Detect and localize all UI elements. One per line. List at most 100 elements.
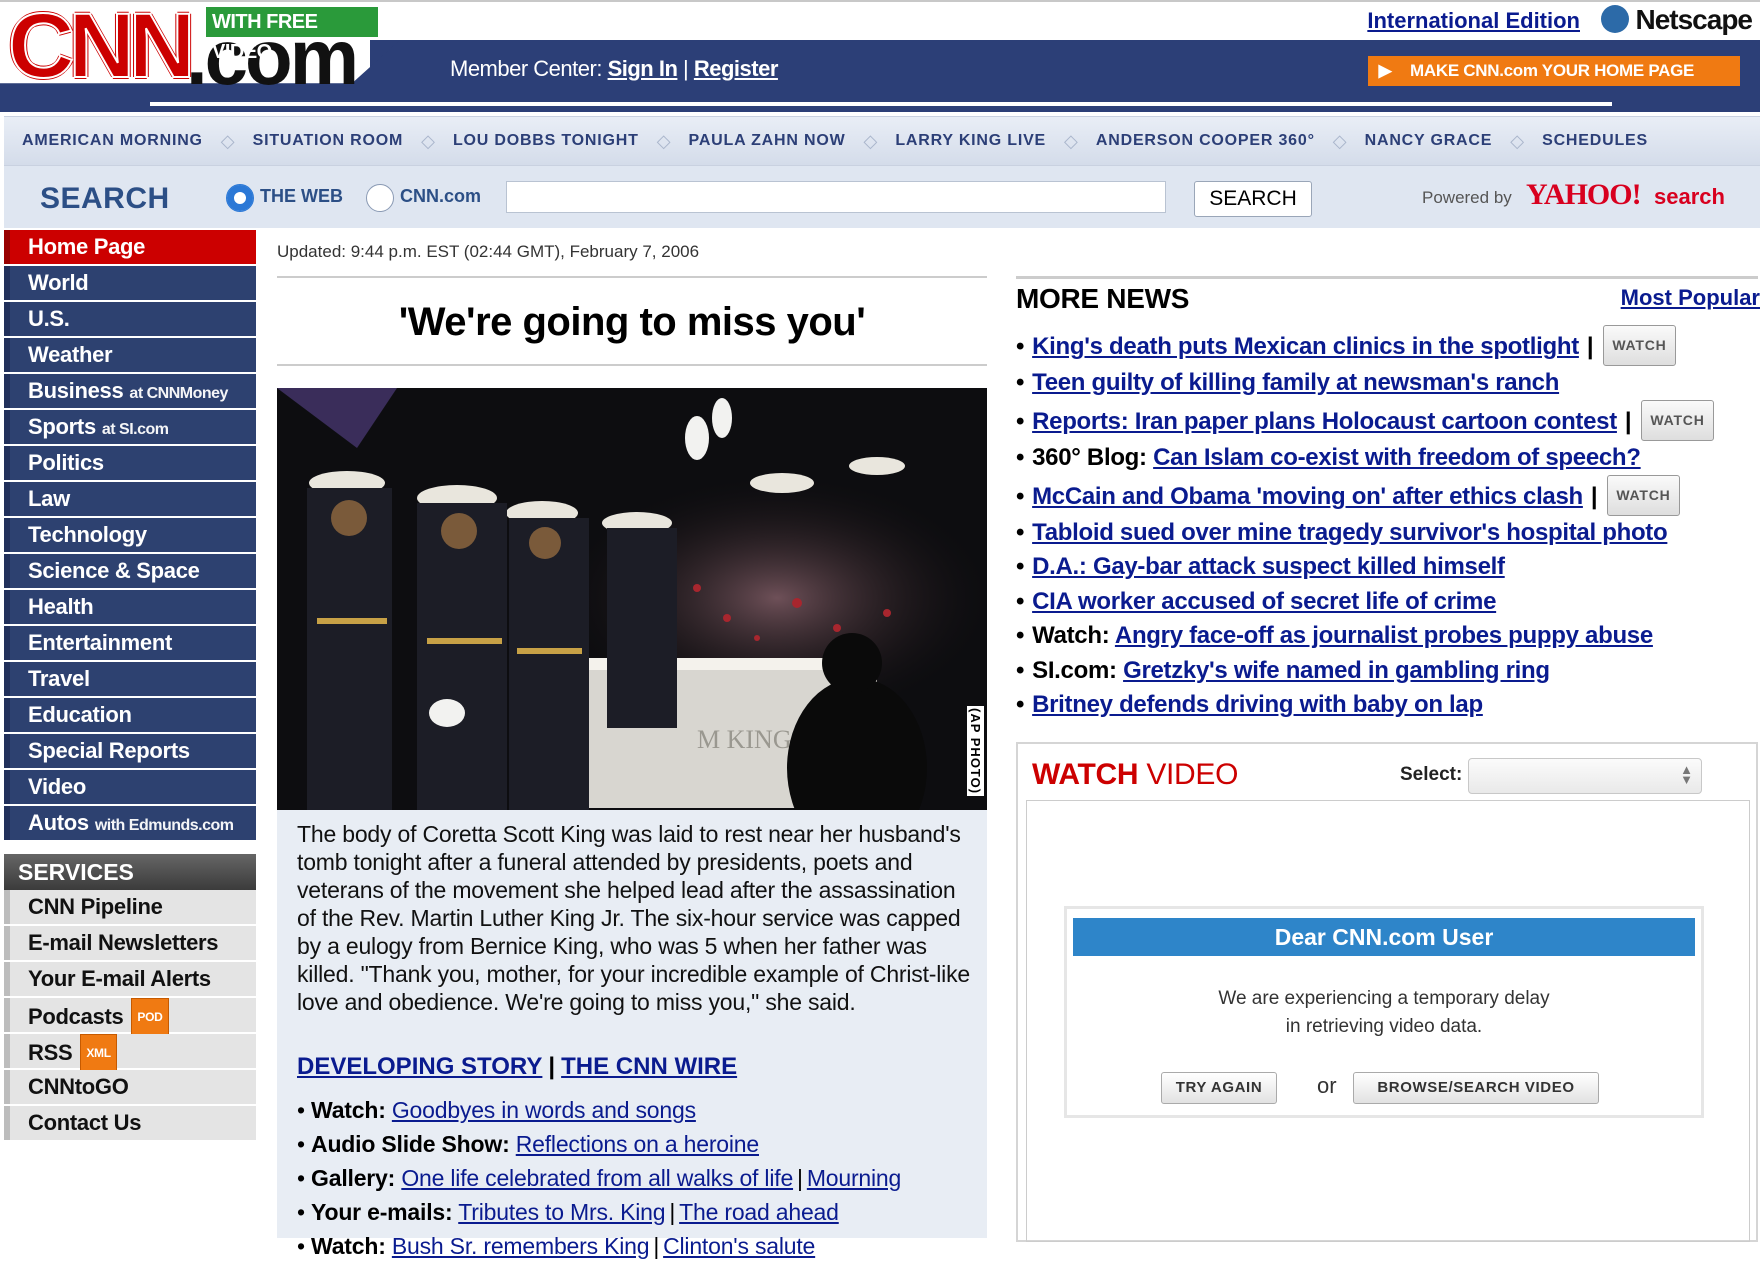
more-news-link[interactable]: Gretzky's wife named in gambling ring (1123, 657, 1550, 684)
nav-item-lou-dobbs[interactable]: LOU DOBBS TONIGHT (435, 132, 657, 150)
cnn-logo[interactable]: CNN .com WITH FREE VIDEO (7, 0, 378, 101)
service-item-podcasts[interactable]: Podcasts POD (4, 998, 256, 1036)
service-item-cnn-pipeline[interactable]: CNN Pipeline (4, 890, 256, 926)
related-link[interactable]: One life celebrated from all walks of li… (401, 1165, 793, 1191)
nav-item-anderson-cooper[interactable]: ANDERSON COOPER 360° (1078, 132, 1333, 150)
sidebar-item-autos[interactable]: Autos with Edmunds.com (4, 806, 256, 842)
sidebar-item-world[interactable]: World (4, 266, 256, 302)
watch-video-title-rest: VIDEO (1146, 758, 1239, 791)
sidebar-item-health[interactable]: Health (4, 590, 256, 626)
cnn-wire-link[interactable]: THE CNN WIRE (561, 1053, 737, 1080)
nav-item-situation-room[interactable]: SITUATION ROOM (235, 132, 421, 150)
sidebar-item-sports[interactable]: Sports at SI.com (4, 410, 256, 446)
sidebar-item-politics[interactable]: Politics (4, 446, 256, 482)
more-news-link[interactable]: CIA worker accused of secret life of cri… (1032, 588, 1496, 615)
more-news-item: • Tabloid sued over mine tragedy survivor… (1016, 516, 1758, 551)
international-edition-link[interactable]: International Edition (1367, 8, 1580, 34)
sidebar-item-law[interactable]: Law (4, 482, 256, 518)
more-news-link[interactable]: Angry face-off as journalist probes pupp… (1115, 622, 1653, 649)
watch-button[interactable]: WATCH (1603, 325, 1676, 366)
sidebar-item-label: World (28, 270, 89, 295)
watch-button[interactable]: WATCH (1607, 475, 1680, 516)
netscape-link[interactable]: Netscape (1601, 4, 1753, 36)
search-bar: SEARCH THE WEB CNN.com SEARCH Powered by… (4, 166, 1760, 228)
related-link[interactable]: Goodbyes in words and songs (392, 1097, 696, 1123)
developing-story-link[interactable]: DEVELOPING STORY (297, 1053, 542, 1080)
main-headline[interactable]: 'We're going to miss you' (277, 300, 987, 345)
service-item-cnntogo[interactable]: CNNtoGO (4, 1070, 256, 1106)
related-link[interactable]: Reflections on a heroine (516, 1131, 759, 1157)
sidebar-item-education[interactable]: Education (4, 698, 256, 734)
related-link-item: • Watch: Bush Sr. remembers King | Clinton… (297, 1233, 816, 1259)
bullet: • (1016, 656, 1025, 684)
sidebar-item-travel[interactable]: Travel (4, 662, 256, 698)
sidebar-item-business[interactable]: Business at CNNMoney (4, 374, 256, 410)
nav-divider: ◇ (220, 130, 235, 151)
related-link-item: • Your e-mails: Tributes to Mrs. King | Th… (297, 1199, 839, 1225)
netscape-label: Netscape (1635, 4, 1753, 35)
register-link[interactable]: Register (694, 56, 779, 81)
watch-separator: | (1586, 333, 1594, 360)
sidebar-item-technology[interactable]: Technology (4, 518, 256, 554)
nav-divider: ◇ (1332, 130, 1347, 151)
more-news-heading: MORE NEWS (1016, 283, 1190, 314)
sign-in-link[interactable]: Sign In (608, 56, 678, 81)
more-news-item: • SI.com: Gretzky's wife named in gamblin… (1016, 654, 1758, 689)
radio-cnn[interactable] (366, 184, 394, 212)
bullet: • (1016, 691, 1025, 718)
more-news-item: • CIA worker accused of secret life of cr… (1016, 585, 1758, 620)
more-news-link[interactable]: Can Islam co-exist with freedom of speec… (1153, 444, 1641, 471)
related-link[interactable]: Clinton's salute (663, 1233, 815, 1259)
service-item-rss[interactable]: RSS XML (4, 1034, 256, 1072)
more-news-link[interactable]: Reports: Iran paper plans Holocaust cart… (1032, 408, 1617, 435)
funeral-photo-illustration: M KING (277, 388, 987, 810)
more-news-link[interactable]: Teen guilty of killing family at newsman… (1032, 369, 1559, 396)
sidebar-item-home-page[interactable]: Home Page (4, 230, 256, 266)
radio-the-web[interactable] (226, 184, 254, 212)
browse-search-video-button[interactable]: BROWSE/SEARCH VIDEO (1353, 1072, 1599, 1104)
video-select-dropdown[interactable]: ▲ ▼ (1468, 758, 1702, 794)
netscape-icon (1601, 5, 1630, 33)
nav-item-american-morning[interactable]: AMERICAN MORNING (4, 132, 221, 150)
service-item-your-e-mail-alerts[interactable]: Your E-mail Alerts (4, 962, 256, 998)
nav-item-schedules[interactable]: SCHEDULES (1524, 132, 1666, 150)
related-link[interactable]: The road ahead (679, 1199, 839, 1225)
sidebar-item-partner: at SI.com (101, 421, 169, 438)
more-news-item: • Watch: Angry face-off as journalist pro… (1016, 619, 1758, 654)
nav-item-paula-zahn[interactable]: PAULA ZAHN NOW (671, 132, 864, 150)
sidebar-item-label: Home Page (28, 234, 146, 259)
sidebar-item-special-reports[interactable]: Special Reports (4, 734, 256, 770)
services-heading: SERVICES (4, 854, 256, 890)
more-news-link[interactable]: McCain and Obama 'moving on' after ethic… (1032, 483, 1583, 510)
nav-divider: ◇ (1064, 130, 1078, 151)
related-link[interactable]: Tributes to Mrs. King (458, 1199, 665, 1225)
more-news-link[interactable]: King's death puts Mexican clinics in the… (1032, 333, 1579, 360)
service-item-contact-us[interactable]: Contact Us (4, 1106, 256, 1142)
sidebar-item-science-space[interactable]: Science & Space (4, 554, 256, 590)
video-error-dialog: Dear CNN.com User We are experiencing a … (1064, 906, 1704, 1118)
make-home-page-button[interactable]: ▶ MAKE CNN.com YOUR HOME PAGE (1368, 56, 1740, 86)
sidebar-item-label: Science & Space (28, 558, 200, 583)
most-popular-link[interactable]: Most Popular (1621, 285, 1760, 311)
service-item-e-mail-newsletters[interactable]: E-mail Newsletters (4, 926, 256, 962)
more-news-item: • Teen guilty of killing family at newsma… (1016, 366, 1758, 401)
sidebar-item-label: Law (28, 486, 70, 511)
more-news-link[interactable]: Tabloid sued over mine tragedy survivor'… (1032, 519, 1668, 546)
search-input[interactable] (506, 181, 1166, 213)
sidebar-item-video[interactable]: Video (4, 770, 256, 806)
more-news-link[interactable]: Britney defends driving with baby on lap (1032, 691, 1483, 718)
sidebar-item-weather[interactable]: Weather (4, 338, 256, 374)
lead-photo[interactable]: M KING (277, 388, 987, 810)
sidebar-item-entertainment[interactable]: Entertainment (4, 626, 256, 662)
try-again-button[interactable]: TRY AGAIN (1161, 1072, 1277, 1104)
watch-button[interactable]: WATCH (1641, 400, 1714, 441)
sidebar-item-u-s[interactable]: U.S. (4, 302, 256, 338)
more-news-link[interactable]: D.A.: Gay-bar attack suspect killed hims… (1032, 553, 1505, 580)
related-link-prefix: Audio Slide Show: (311, 1131, 510, 1157)
related-link[interactable]: Mourning (807, 1165, 901, 1191)
nav-item-nancy-grace[interactable]: NANCY GRACE (1347, 132, 1511, 150)
nav-item-larry-king[interactable]: LARRY KING LIVE (877, 132, 1064, 150)
related-link[interactable]: Bush Sr. remembers King (392, 1233, 650, 1259)
bullet: • (1016, 483, 1025, 510)
search-button[interactable]: SEARCH (1194, 181, 1312, 217)
